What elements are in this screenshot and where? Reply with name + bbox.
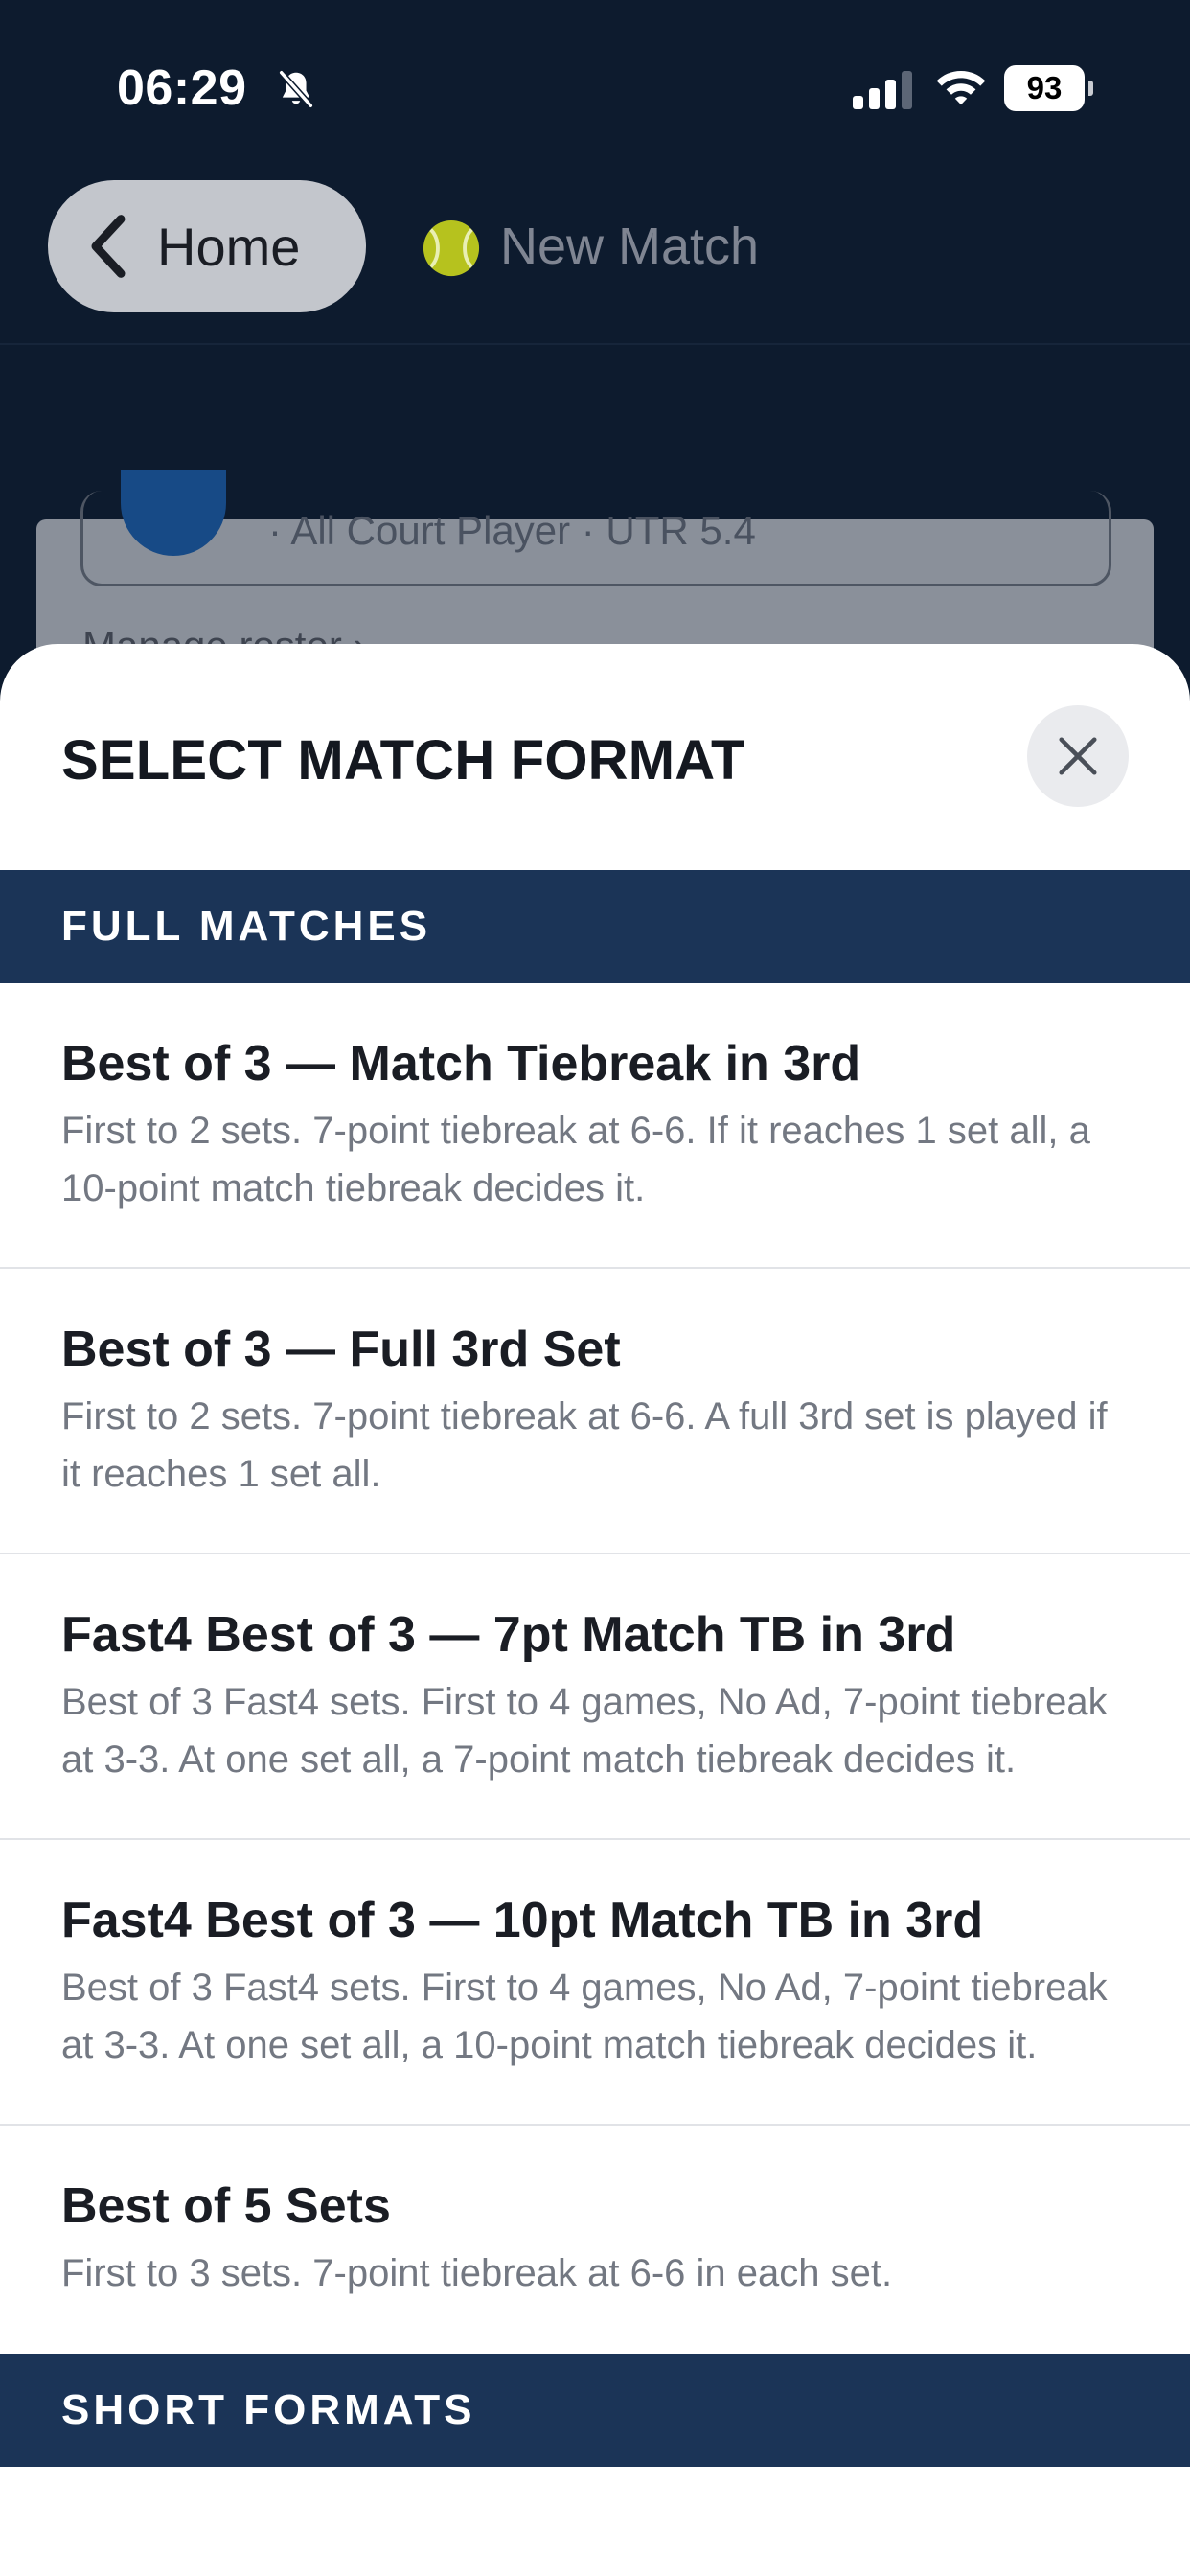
- status-bar: 06:29 93: [0, 0, 1190, 172]
- battery-icon: 93: [1004, 65, 1093, 111]
- player-subtitle: · All Court Player · UTR 5.4: [268, 508, 756, 553]
- section-label: SHORT FORMATS: [61, 2386, 476, 2433]
- tennis-ball-icon: [423, 219, 480, 277]
- format-title: Fast4 Best of 3 — 7pt Match TB in 3rd: [61, 1607, 956, 1663]
- format-description: First to 3 sets. 7-point tiebreak at 6-6…: [61, 2252, 893, 2294]
- match-format-sheet: SELECT MATCH FORMAT FULL MATCHES Best of…: [0, 644, 1190, 2576]
- format-title: Fast4 Best of 3 — 10pt Match TB in 3rd: [61, 1893, 984, 1948]
- format-option-fast4-10pt-tb[interactable]: Fast4 Best of 3 — 10pt Match TB in 3rd B…: [0, 1840, 1190, 2126]
- format-option-best-of-3-match-tiebreak[interactable]: Best of 3 — Match Tiebreak in 3rd First …: [0, 983, 1190, 1269]
- format-title: Best of 3 — Full 3rd Set: [61, 1322, 621, 1377]
- format-description: First to 2 sets. 7-point tiebreak at 6-6…: [61, 1110, 1090, 1209]
- format-title: Best of 5 Sets: [61, 2178, 391, 2234]
- back-home-button[interactable]: Home: [48, 180, 366, 312]
- format-description: First to 2 sets. 7-point tiebreak at 6-6…: [61, 1395, 1108, 1495]
- chevron-left-icon: [91, 215, 126, 278]
- bell-slash-icon: [279, 70, 313, 108]
- format-description: Best of 3 Fast4 sets. First to 4 games, …: [61, 1681, 1108, 1781]
- sheet-title: SELECT MATCH FORMAT: [61, 729, 745, 792]
- format-option-best-of-3-full-third-set[interactable]: Best of 3 — Full 3rd Set First to 2 sets…: [0, 1269, 1190, 1554]
- back-button-label: Home: [157, 216, 301, 277]
- section-label: FULL MATCHES: [61, 903, 432, 950]
- wifi-icon: [936, 71, 986, 105]
- format-option-fast4-7pt-tb[interactable]: Fast4 Best of 3 — 7pt Match TB in 3rd Be…: [0, 1554, 1190, 1840]
- close-button[interactable]: [1027, 705, 1129, 807]
- cellular-signal-icon: [853, 71, 912, 109]
- battery-level: 93: [1026, 70, 1063, 105]
- page-title: New Match: [500, 218, 760, 275]
- format-description: Best of 3 Fast4 sets. First to 4 games, …: [61, 1966, 1108, 2066]
- close-icon: [1059, 737, 1097, 775]
- navigation-bar: Home New Match: [0, 172, 1190, 345]
- format-title: Best of 3 — Match Tiebreak in 3rd: [61, 1036, 861, 1092]
- status-time: 06:29: [117, 60, 247, 116]
- format-option-best-of-5[interactable]: Best of 5 Sets First to 3 sets. 7-point …: [0, 2126, 1190, 2354]
- section-header-full-matches: FULL MATCHES: [0, 870, 1190, 983]
- section-header-short-formats: SHORT FORMATS: [0, 2354, 1190, 2467]
- sheet-header: SELECT MATCH FORMAT: [0, 644, 1190, 870]
